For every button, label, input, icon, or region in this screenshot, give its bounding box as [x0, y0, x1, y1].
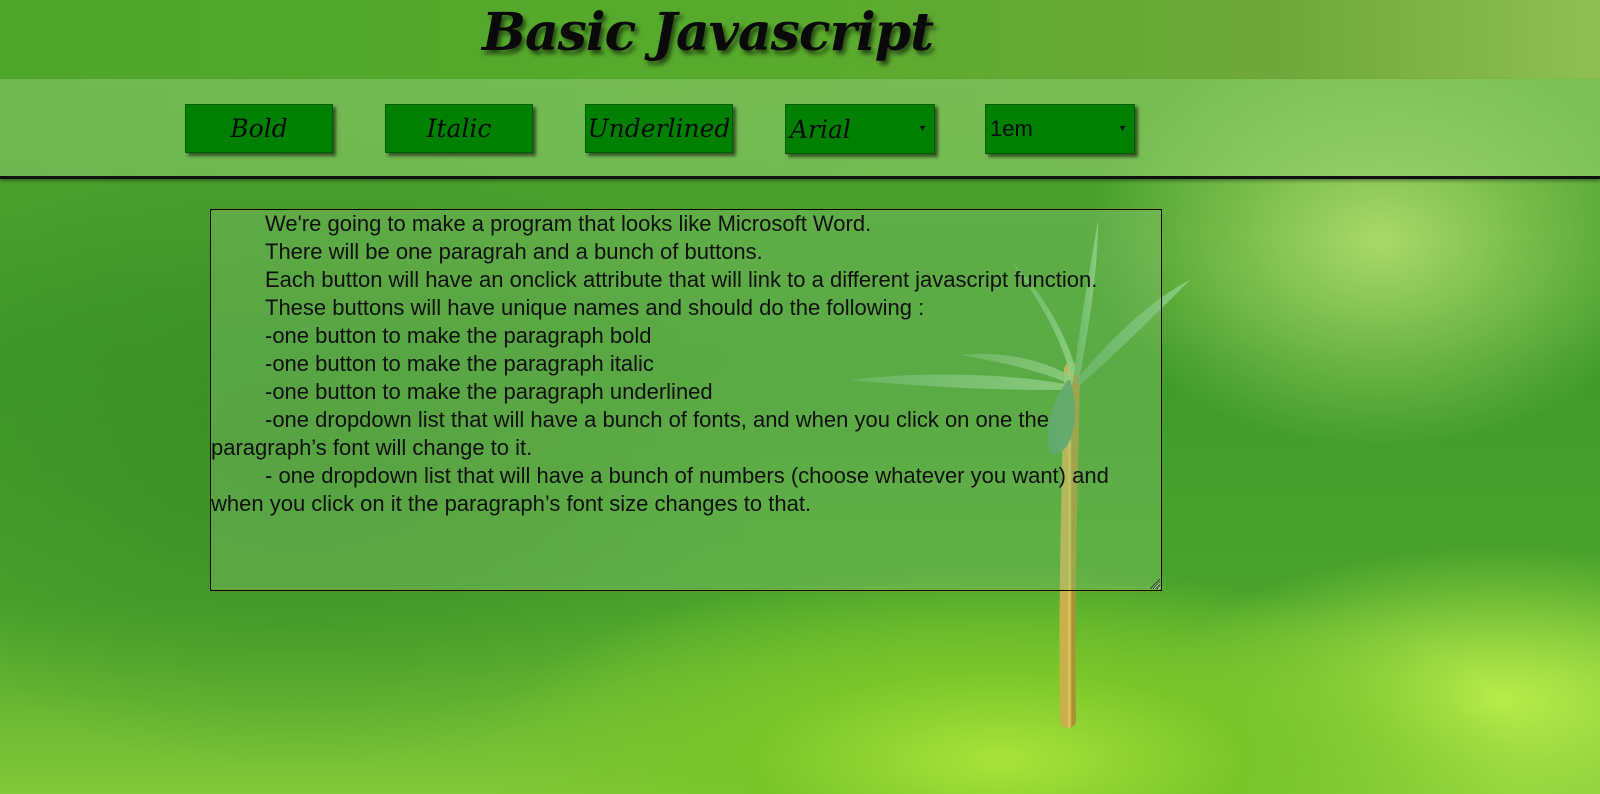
page-title: Basic Javascript	[482, 2, 934, 63]
paragraph-line: These buttons will have unique names and…	[265, 295, 925, 320]
underlined-button[interactable]: Underlined	[585, 104, 733, 153]
paragraph-line: We're going to make a program that looks…	[265, 211, 872, 236]
toolbar: Bold Italic Underlined Arial ▼ 1em ▼	[0, 79, 1600, 179]
font-size-value: 1em	[990, 116, 1033, 141]
paragraph-line: Each button will have an onclick attribu…	[265, 267, 1098, 292]
font-family-value: Arial	[790, 114, 851, 144]
paragraph-textarea[interactable]: We're going to make a program that looks…	[210, 209, 1162, 591]
paragraph-line: - one dropdown list that will have a bun…	[211, 463, 1109, 516]
italic-button[interactable]: Italic	[385, 104, 533, 153]
dropdown-arrow-icon: ▼	[1118, 123, 1127, 133]
paragraph-line: -one dropdown list that will have a bunc…	[211, 407, 1049, 460]
font-size-select[interactable]: 1em ▼	[985, 104, 1135, 154]
header: Basic Javascript	[0, 0, 1600, 79]
bold-button[interactable]: Bold	[185, 104, 333, 153]
font-family-select[interactable]: Arial ▼	[785, 104, 935, 154]
paragraph-line: There will be one paragrah and a bunch o…	[265, 239, 763, 264]
dropdown-arrow-icon: ▼	[918, 123, 927, 133]
paragraph-line: -one button to make the paragraph underl…	[265, 379, 713, 404]
paragraph-line: -one button to make the paragraph italic	[265, 351, 654, 376]
resize-handle-icon[interactable]	[1150, 579, 1160, 589]
paragraph-line: -one button to make the paragraph bold	[265, 323, 652, 348]
